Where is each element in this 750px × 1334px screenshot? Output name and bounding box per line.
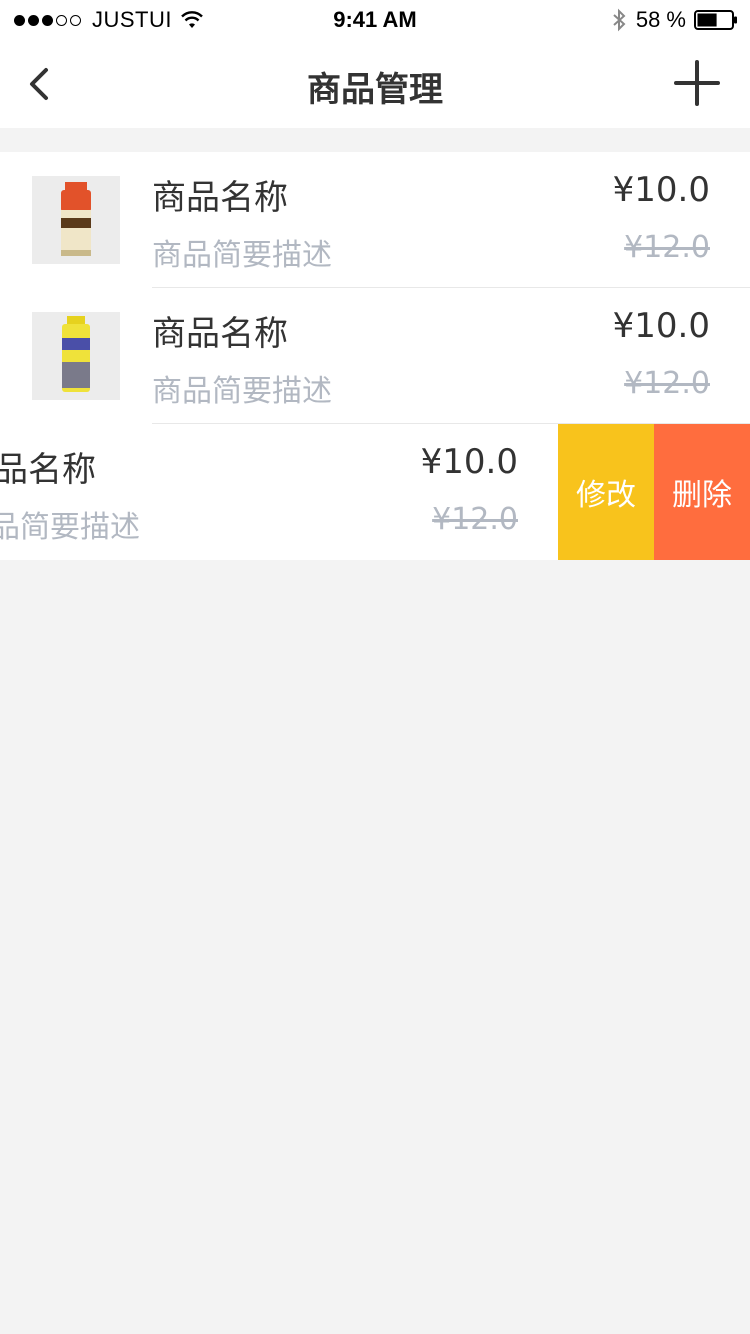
product-description: 商品简要描述	[0, 510, 140, 545]
navigation-bar: 商品管理	[0, 40, 750, 128]
battery-percent: 58 %	[635, 7, 686, 32]
spray-can-image-icon	[32, 312, 120, 400]
product-price: ¥10.0	[612, 306, 710, 346]
delete-button[interactable]: 删除	[654, 424, 750, 560]
product-price: ¥10.0	[612, 170, 710, 210]
battery-icon	[694, 10, 737, 30]
product-original-price: ¥12.0	[624, 366, 710, 401]
plus-icon[interactable]	[674, 60, 720, 106]
product-original-price: ¥12.0	[624, 230, 710, 265]
product-thumbnail	[32, 176, 120, 264]
product-row-swiped[interactable]: 商品名称 商品简要描述 ¥10.0 ¥12.0 修改 删除	[0, 424, 750, 560]
bluetooth-icon	[613, 8, 626, 32]
product-name: 商品名称	[152, 314, 288, 354]
product-name: 商品名称	[0, 450, 96, 490]
product-thumbnail	[32, 312, 120, 400]
product-list: 商品名称 商品简要描述 ¥10.0 ¥12.0 商品名称 商品简要描述 ¥10.…	[0, 152, 750, 560]
page-title: 商品管理	[307, 70, 443, 110]
product-price: ¥10.0	[420, 442, 518, 482]
product-name: 商品名称	[152, 178, 288, 218]
product-row[interactable]: 商品名称 商品简要描述 ¥10.0 ¥12.0	[0, 288, 750, 424]
spray-can-image-icon	[32, 176, 120, 264]
status-right: 58 %	[612, 7, 738, 33]
edit-button[interactable]: 修改	[558, 424, 654, 560]
product-row[interactable]: 商品名称 商品简要描述 ¥10.0 ¥12.0	[0, 152, 750, 288]
product-original-price: ¥12.0	[432, 502, 518, 537]
swiped-row-content[interactable]: 商品名称 商品简要描述 ¥10.0 ¥12.0	[0, 424, 558, 560]
product-description: 商品简要描述	[152, 374, 332, 409]
status-bar: JUSTUI 9:41 AM 58 %	[0, 0, 750, 40]
product-description: 商品简要描述	[152, 238, 332, 273]
